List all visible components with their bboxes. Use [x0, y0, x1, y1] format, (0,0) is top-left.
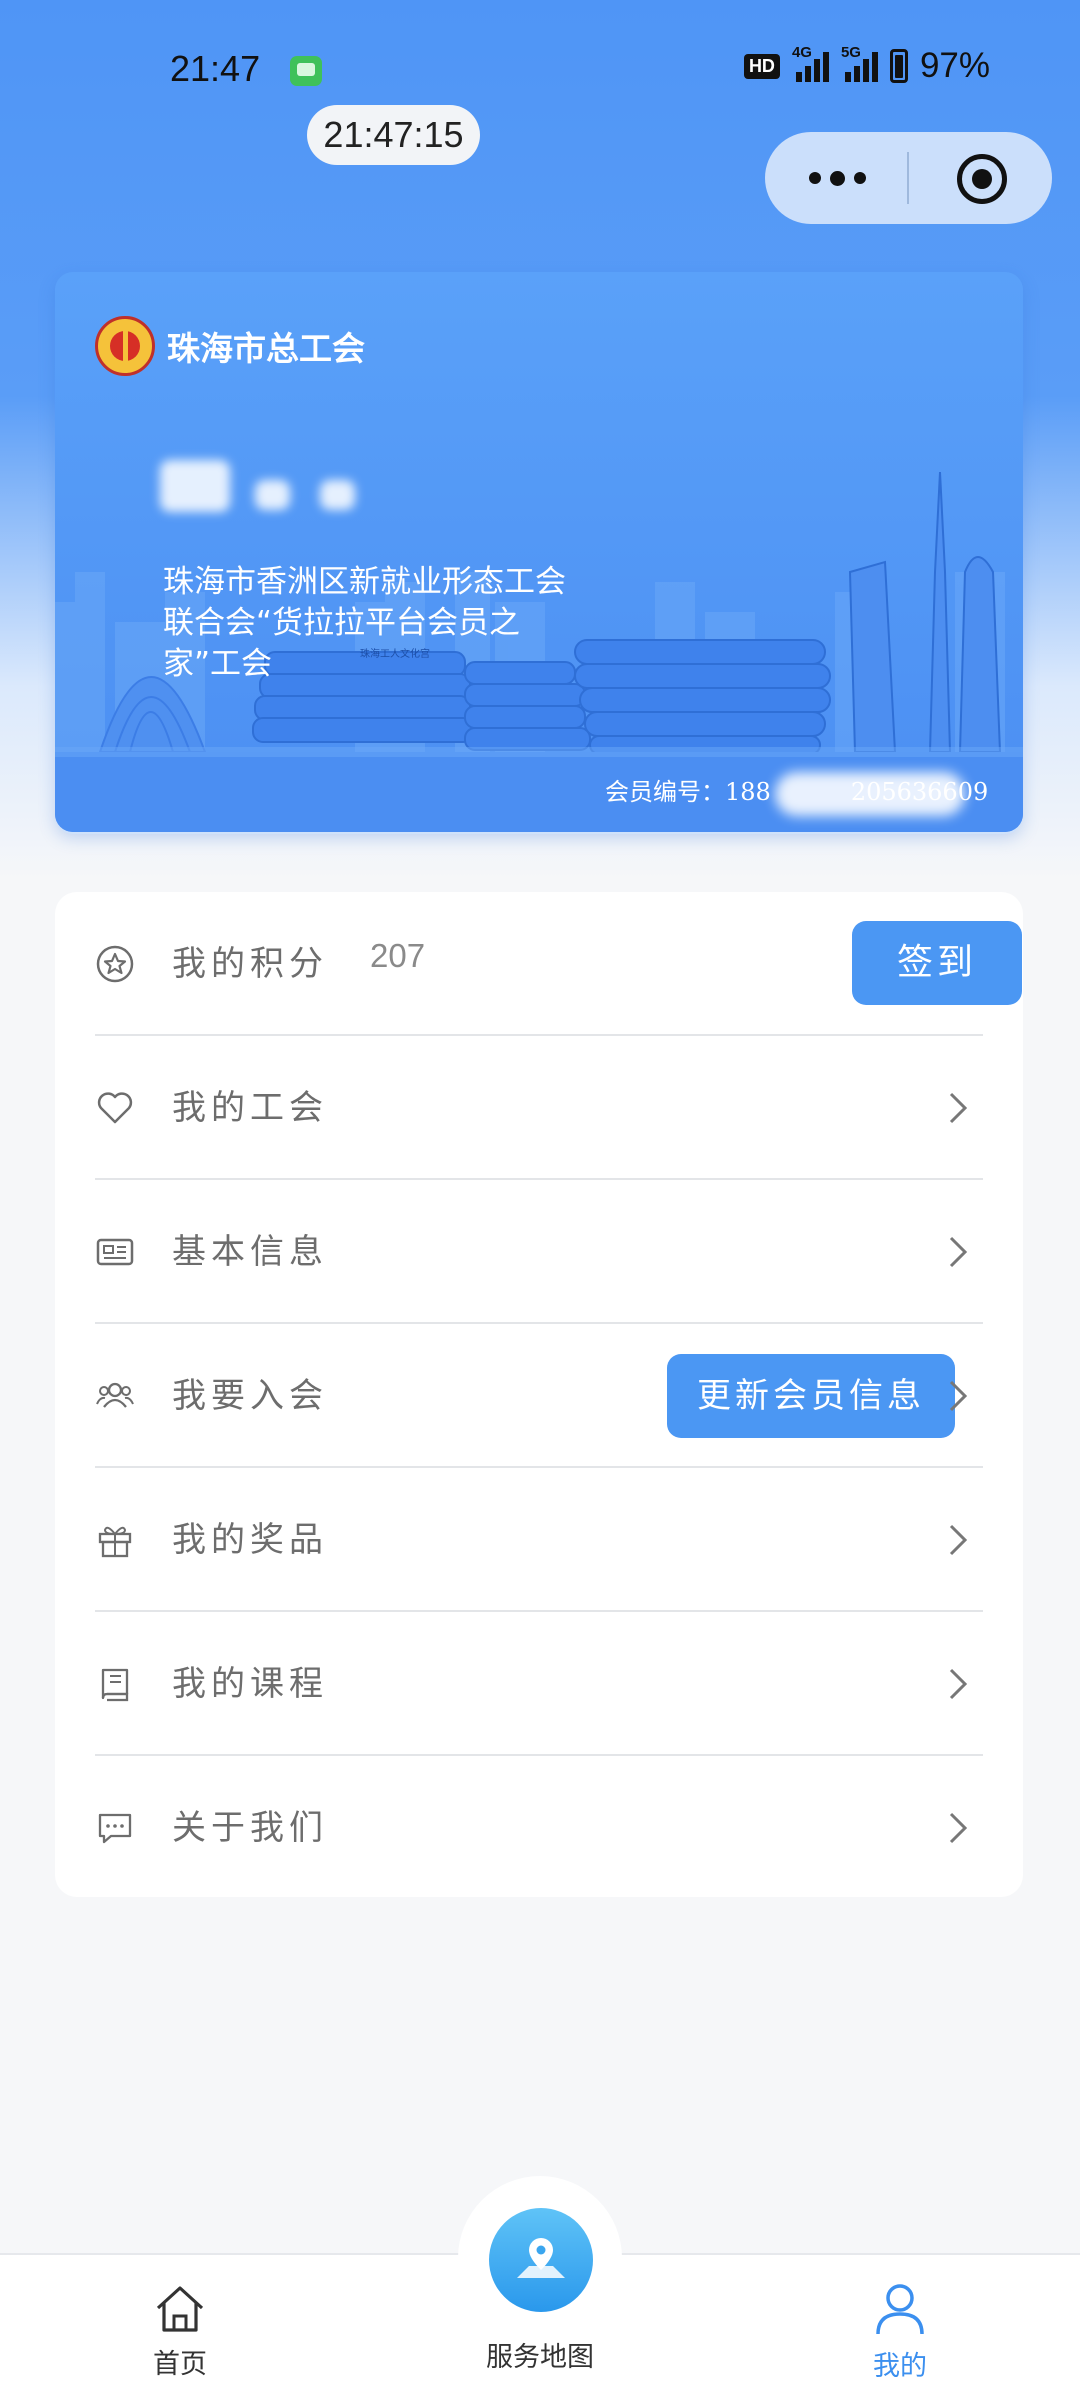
about-label: 关于我们 — [172, 1808, 328, 1848]
menu-row-points: 我的积分 207 签到 — [95, 892, 1022, 1036]
chevron-right-icon — [949, 1092, 968, 1124]
service-map-button[interactable] — [489, 2208, 593, 2312]
member-name-redacted — [160, 450, 420, 520]
member-id-redaction — [775, 772, 965, 816]
status-time: 21:47 — [170, 48, 261, 89]
id-card-icon — [96, 1238, 134, 1266]
nav-mine-label: 我的 — [873, 2351, 927, 2382]
nav-home[interactable]: 首页 — [140, 2282, 220, 2381]
member-id-label: 会员编号：188 — [605, 778, 771, 806]
nav-service-map-label: 服务地图 — [486, 2342, 594, 2373]
gift-icon — [98, 1526, 132, 1558]
book-icon — [101, 1668, 129, 1702]
org-name: 珠海市总工会 — [167, 329, 365, 368]
chevron-right-icon — [949, 1668, 968, 1700]
battery-icon — [889, 49, 908, 83]
menu-row-prizes[interactable]: 我的奖品 — [95, 1468, 983, 1612]
member-card: 珠海工人文化宫 珠海市总工会 珠海市香洲区新就业形态工会联合会“货拉拉平台会员之… — [55, 272, 1023, 832]
my-union-label: 我的工会 — [172, 1088, 328, 1128]
home-icon — [156, 2286, 204, 2332]
more-dots-icon[interactable] — [807, 154, 867, 202]
timer-pill: 21:47:15 — [307, 105, 480, 165]
chevron-right-icon — [949, 1524, 968, 1556]
points-label: 我的积分 — [172, 944, 328, 984]
union-emblem-icon — [95, 316, 155, 376]
menu-row-join[interactable]: 我要入会 更新会员信息 — [95, 1324, 983, 1468]
nav-home-label: 首页 — [153, 2349, 207, 2380]
status-indicators: HD 4G 5G 97% — [743, 44, 990, 86]
nav-service-map[interactable]: 服务地图 — [460, 2335, 620, 2374]
message-app-icon — [290, 56, 322, 86]
basic-info-label: 基本信息 — [172, 1232, 328, 1272]
menu-row-about[interactable]: 关于我们 — [95, 1756, 983, 1900]
people-icon — [96, 1382, 134, 1408]
miniapp-capsule — [765, 132, 1052, 224]
signal-5g-icon: 5G — [841, 44, 878, 82]
battery-percent: 97% — [919, 46, 990, 85]
chat-icon — [98, 1813, 132, 1844]
user-icon — [876, 2284, 924, 2335]
star-icon — [96, 945, 134, 983]
update-member-info-button[interactable]: 更新会员信息 — [667, 1354, 955, 1438]
chevron-right-icon — [949, 1812, 968, 1844]
profile-menu: 我的积分 207 签到 我的工会 基本信息 我要入会 更新会员信息 我的奖品 我… — [55, 892, 1023, 1897]
map-pin-icon — [517, 2238, 565, 2278]
capsule-divider — [907, 152, 909, 204]
chevron-right-icon — [949, 1236, 968, 1268]
heart-icon — [97, 1092, 133, 1124]
prizes-label: 我的奖品 — [172, 1520, 328, 1560]
chevron-right-icon — [949, 1380, 968, 1412]
nav-mine[interactable]: 我的 — [860, 2278, 940, 2383]
signal-4g-icon: 4G — [792, 44, 829, 82]
join-label: 我要入会 — [172, 1376, 328, 1416]
menu-row-my-union[interactable]: 我的工会 — [95, 1036, 983, 1180]
checkin-button[interactable]: 签到 — [852, 921, 1022, 1005]
courses-label: 我的课程 — [172, 1664, 328, 1704]
close-miniapp-icon[interactable] — [957, 154, 1007, 204]
menu-row-basic-info[interactable]: 基本信息 — [95, 1180, 983, 1324]
menu-row-courses[interactable]: 我的课程 — [95, 1612, 983, 1756]
signal-5g-label: 5G — [840, 44, 861, 61]
union-description: 珠海市香洲区新就业形态工会联合会“货拉拉平台会员之家”工会 — [163, 564, 566, 682]
points-value: 207 — [370, 937, 426, 974]
hd-badge: HD — [743, 53, 780, 79]
signal-4g-label: 4G — [791, 44, 812, 61]
